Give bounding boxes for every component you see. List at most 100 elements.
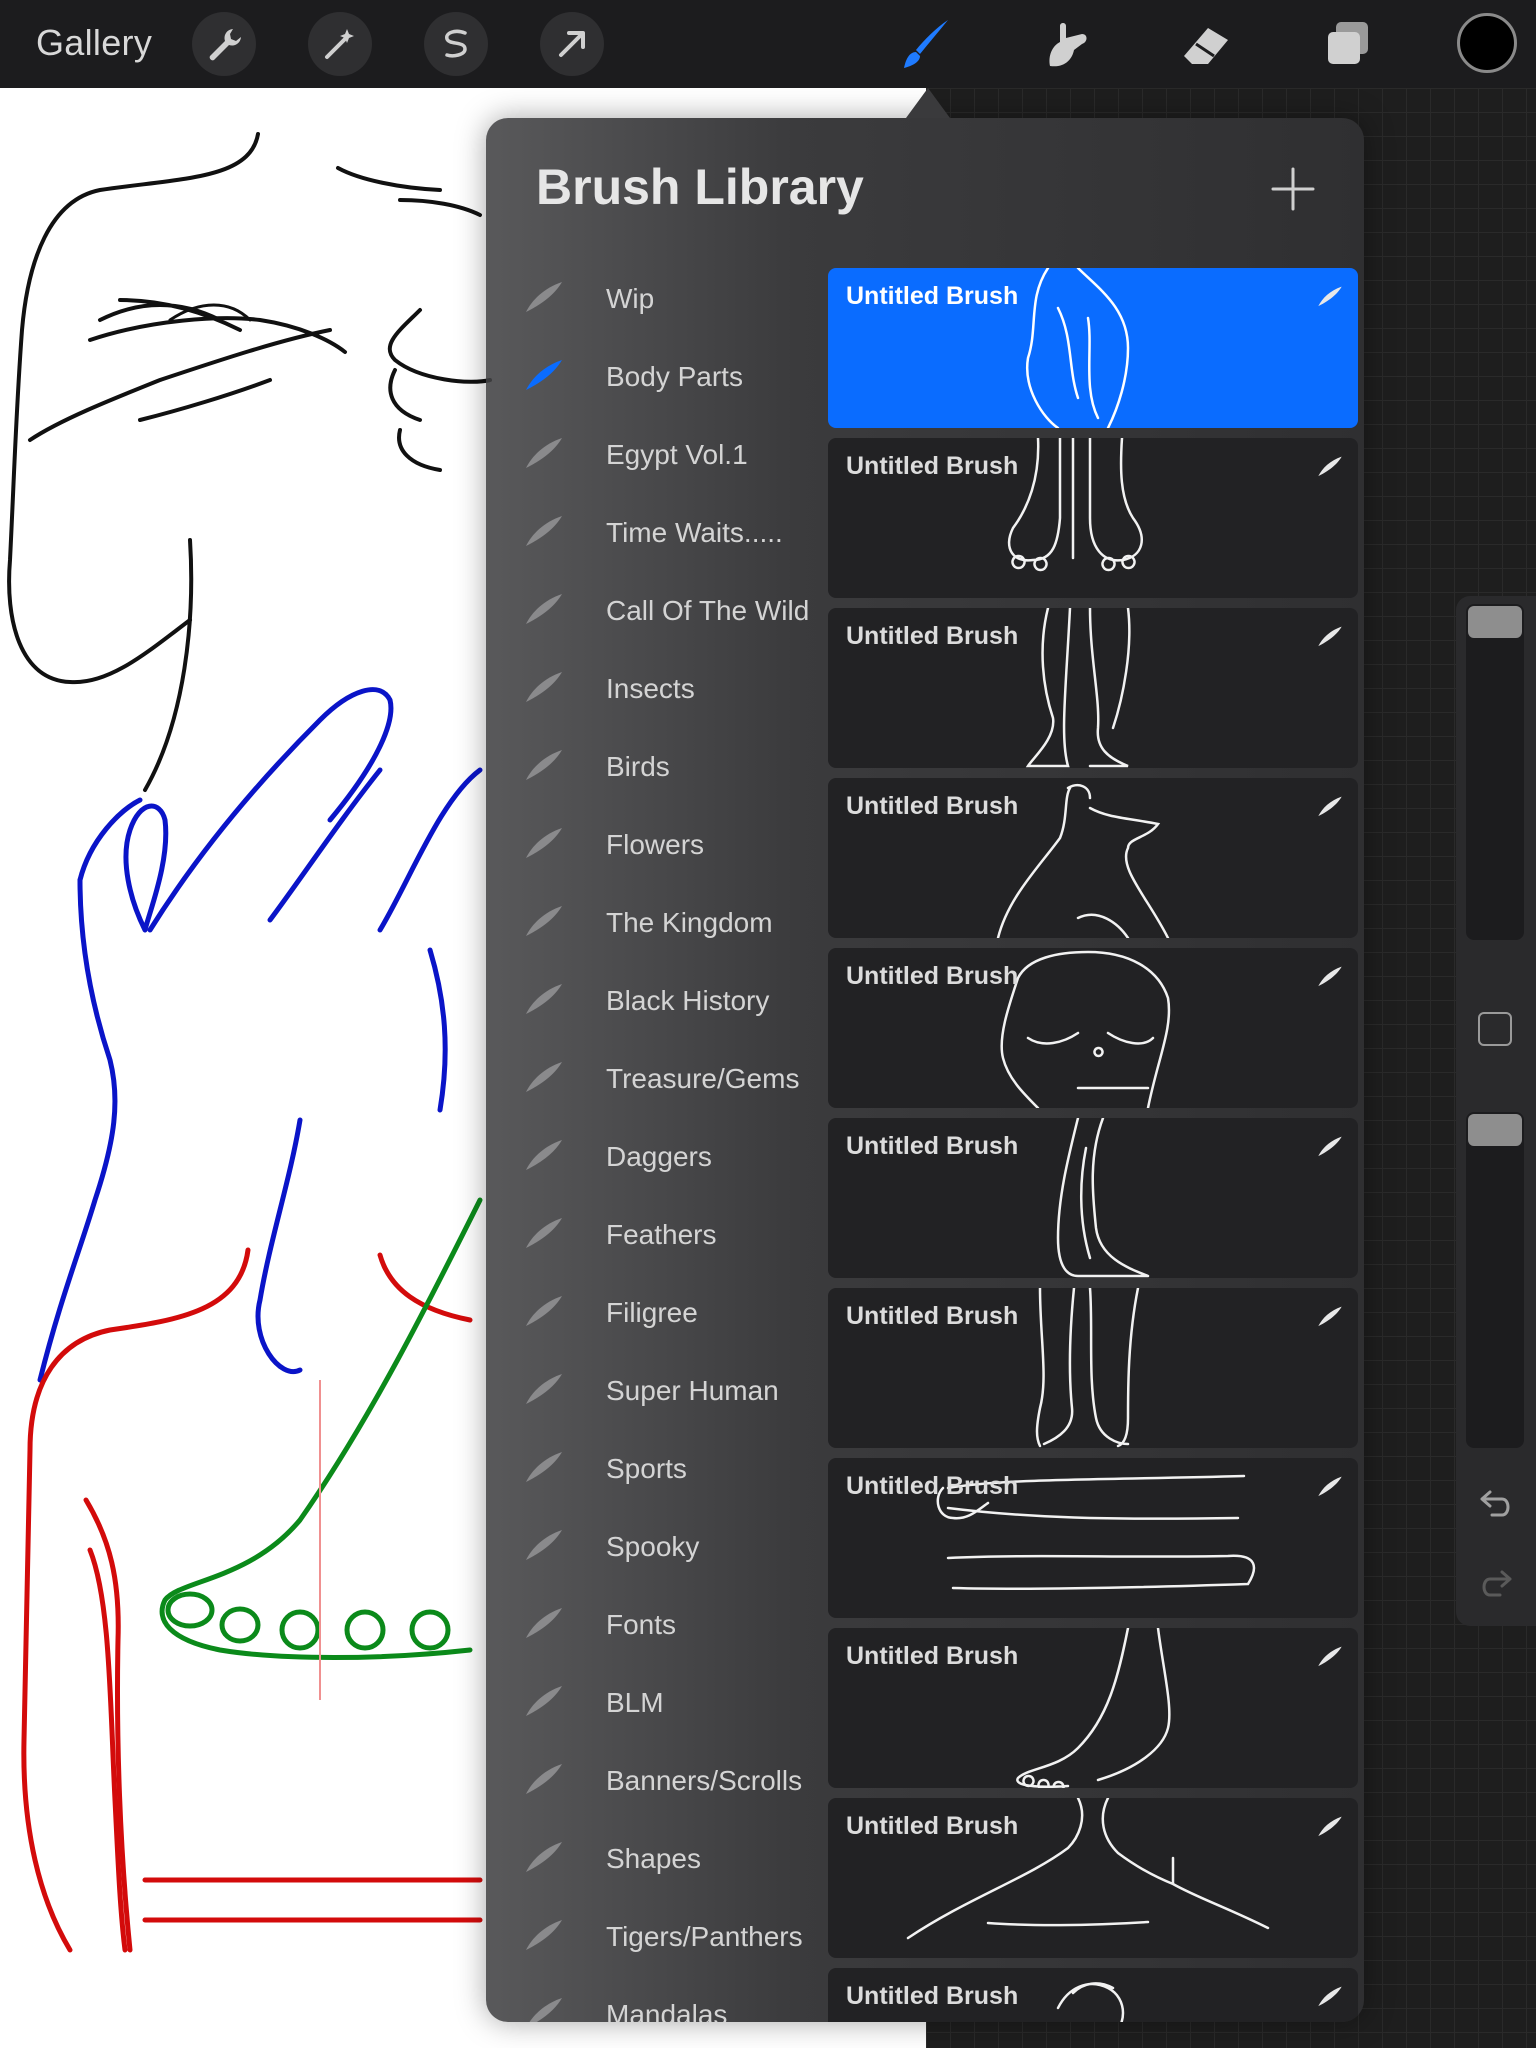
brush-set-label: Feathers: [606, 1219, 717, 1250]
eraser-icon[interactable]: [1176, 14, 1236, 74]
brush-feather-icon: [1318, 286, 1342, 307]
brush-card[interactable]: Untitled Brush: [828, 1118, 1358, 1278]
brush-set-label: Wip: [606, 283, 655, 314]
transform-arrow-icon[interactable]: [540, 12, 604, 76]
brush-set-label: Fonts: [606, 1609, 677, 1640]
brush-card[interactable]: Untitled Brush: [828, 438, 1358, 598]
brush-set-item[interactable]: Banners/Scrolls: [486, 1742, 826, 1820]
gallery-button[interactable]: Gallery: [36, 22, 152, 64]
brush-feather-icon: [1318, 796, 1342, 817]
brush-set-item[interactable]: Body Parts: [486, 338, 826, 416]
brush-set-label: Filigree: [606, 1297, 698, 1328]
brush-set-item[interactable]: The Kingdom: [486, 884, 826, 962]
brush-set-feather-icon: [526, 750, 562, 780]
brush-set-item[interactable]: Daggers: [486, 1118, 826, 1196]
brush-set-feather-icon: [526, 1530, 562, 1560]
brush-set-feather-icon: [526, 1374, 562, 1404]
opacity-thumb[interactable]: [1468, 1114, 1522, 1146]
brush-set-label: Black History: [606, 985, 770, 1016]
brush-card[interactable]: Untitled Brush: [828, 268, 1358, 428]
selection-icon[interactable]: [424, 12, 488, 76]
brush-set-feather-icon: [526, 906, 562, 936]
brush-name: Untitled Brush: [846, 1472, 1019, 1500]
brush-card[interactable]: Untitled Brush: [828, 778, 1358, 938]
brush-set-label: Banners/Scrolls: [606, 1765, 803, 1796]
brush-feather-icon: [1318, 966, 1342, 987]
brush-set-item[interactable]: Filigree: [486, 1274, 826, 1352]
brush-set-feather-icon: [526, 282, 562, 312]
brush-set-item[interactable]: Black History: [486, 962, 826, 1040]
brush-set-label: Time Waits.....: [606, 517, 783, 548]
brush-set-feather-icon: [526, 1842, 562, 1872]
brush-set-label: Tigers/Panthers: [606, 1921, 803, 1952]
brush-set-label: The Kingdom: [606, 907, 773, 938]
brush-feather-icon: [1318, 1306, 1342, 1327]
brush-set-item[interactable]: BLM: [486, 1664, 826, 1742]
undo-icon[interactable]: [1476, 1484, 1516, 1524]
brush-set-item[interactable]: Feathers: [486, 1196, 826, 1274]
brush-set-label: Spooky: [606, 1531, 700, 1562]
brush-set-item[interactable]: Flowers: [486, 806, 826, 884]
brush-name: Untitled Brush: [846, 962, 1019, 990]
brush-set-feather-icon: [526, 594, 562, 624]
magic-wand-icon[interactable]: [308, 12, 372, 76]
opacity-slider[interactable]: [1466, 1112, 1524, 1448]
eyedropper-square-icon[interactable]: [1478, 1012, 1512, 1046]
brush-set-label: Mandalas: [606, 1999, 728, 2022]
brush-set-item[interactable]: Super Human: [486, 1352, 826, 1430]
panel-title: Brush Library: [536, 159, 864, 215]
brush-set-item[interactable]: Fonts: [486, 1586, 826, 1664]
brush-set-feather-icon: [526, 1140, 562, 1170]
brush-set-item[interactable]: Tigers/Panthers: [486, 1898, 826, 1976]
brush-set-item[interactable]: Mandalas: [486, 1976, 826, 2022]
brush-set-label: Birds: [606, 751, 670, 782]
brush-feather-icon: [1318, 1816, 1342, 1837]
brush-card[interactable]: Untitled Brush: [828, 1968, 1358, 2022]
brush-card[interactable]: Untitled Brush: [828, 948, 1358, 1108]
brush-set-label: Call Of The Wild: [606, 595, 810, 626]
brush-set-item[interactable]: Egypt Vol.1: [486, 416, 826, 494]
brush-card[interactable]: Untitled Brush: [828, 608, 1358, 768]
brush-set-label: Insects: [606, 673, 695, 704]
brush-set-item[interactable]: Treasure/Gems: [486, 1040, 826, 1118]
brush-card[interactable]: Untitled Brush: [828, 1628, 1358, 1788]
brush-name: Untitled Brush: [846, 1302, 1019, 1330]
brush-set-item[interactable]: Wip: [486, 260, 826, 338]
brush-name: Untitled Brush: [846, 622, 1019, 650]
brush-set-item[interactable]: Call Of The Wild: [486, 572, 826, 650]
brush-set-item[interactable]: Birds: [486, 728, 826, 806]
brush-feather-icon: [1318, 1646, 1342, 1667]
brush-set-label: BLM: [606, 1687, 664, 1718]
brush-set-feather-icon: [526, 1608, 562, 1638]
brush-set-label: Egypt Vol.1: [606, 439, 748, 470]
color-picker[interactable]: [1457, 13, 1517, 73]
layers-icon[interactable]: [1318, 14, 1378, 74]
brush-set-item[interactable]: Insects: [486, 650, 826, 728]
wrench-icon[interactable]: [192, 12, 256, 76]
top-toolbar: Gallery: [0, 0, 1536, 88]
brush-name: Untitled Brush: [846, 792, 1019, 820]
brush-set-item[interactable]: Shapes: [486, 1820, 826, 1898]
smudge-icon[interactable]: [1036, 14, 1096, 74]
brush-card[interactable]: Untitled Brush: [828, 1458, 1358, 1618]
brush-name: Untitled Brush: [846, 1982, 1019, 2010]
brush-library-panel: Brush Library Wip Body Parts Egypt Vol.1 Ti…: [486, 118, 1364, 2022]
brush-feather-icon: [1318, 1986, 1342, 2007]
redo-icon[interactable]: [1476, 1564, 1516, 1604]
brush-set-item[interactable]: Spooky: [486, 1508, 826, 1586]
brush-set-feather-icon: [526, 1062, 562, 1092]
brush-set-feather-icon: [526, 516, 562, 546]
brush-name: Untitled Brush: [846, 1642, 1019, 1670]
brush-set-feather-icon: [526, 360, 562, 390]
brush-set-feather-icon: [526, 672, 562, 702]
brush-set-item[interactable]: Time Waits.....: [486, 494, 826, 572]
brush-card[interactable]: Untitled Brush: [828, 1288, 1358, 1448]
brush-card[interactable]: Untitled Brush: [828, 1798, 1358, 1958]
brush-set-item[interactable]: Sports: [486, 1430, 826, 1508]
brush-size-slider[interactable]: [1466, 604, 1524, 940]
brush-set-label: Shapes: [606, 1843, 701, 1874]
brush-feather-icon: [1318, 626, 1342, 647]
brush-icon[interactable]: [896, 14, 956, 74]
plus-icon[interactable]: [1268, 164, 1318, 214]
brush-size-thumb[interactable]: [1468, 606, 1522, 638]
